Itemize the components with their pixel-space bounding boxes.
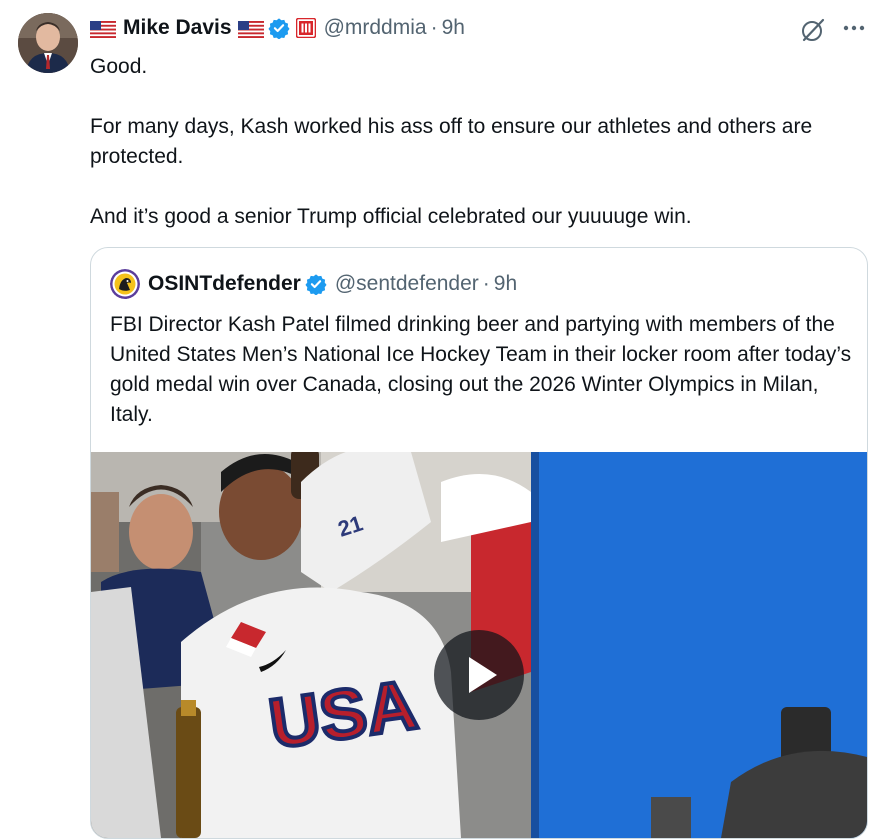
post-text: Good. For many days, Kash worked his ass… (90, 52, 860, 232)
quoted-post-timestamp[interactable]: 9h (494, 272, 517, 296)
quoted-author-handle[interactable]: @sentdefender (335, 272, 479, 296)
post-paragraph: For many days, Kash worked his ass off t… (90, 115, 813, 168)
post-header: Mike Davis @mrddmia · 9h (90, 14, 465, 42)
post-paragraph: Good. (90, 55, 148, 78)
quoted-post[interactable]: OSINTdefender @sentdefender · 9h FBI Dir… (90, 247, 868, 839)
red-square-badge-icon[interactable] (295, 17, 316, 39)
separator-dot: · (482, 272, 490, 295)
post-timestamp[interactable]: 9h (442, 16, 465, 40)
play-button[interactable] (434, 630, 524, 720)
author-handle[interactable]: @mrddmia (324, 16, 427, 40)
separator-dot: · (430, 16, 438, 39)
grok-icon[interactable] (800, 17, 826, 43)
us-flag-icon (90, 20, 116, 38)
post-paragraph: And it’s good a senior Trump official ce… (90, 205, 692, 228)
video-thumbnail[interactable]: 21 USA (91, 452, 867, 838)
author-name[interactable]: Mike Davis (123, 16, 232, 40)
author-avatar[interactable] (18, 13, 78, 73)
more-icon[interactable] (840, 16, 868, 40)
quoted-post-header: OSINTdefender @sentdefender · 9h (110, 269, 517, 299)
play-icon (469, 657, 497, 693)
quoted-post-text: FBI Director Kash Patel filmed drinking … (110, 313, 852, 426)
us-flag-icon (237, 20, 264, 38)
quoted-author-avatar[interactable] (110, 269, 140, 299)
quoted-author-name[interactable]: OSINTdefender (148, 272, 301, 296)
verified-badge-icon[interactable] (305, 273, 327, 296)
verified-badge-icon[interactable] (268, 17, 290, 40)
